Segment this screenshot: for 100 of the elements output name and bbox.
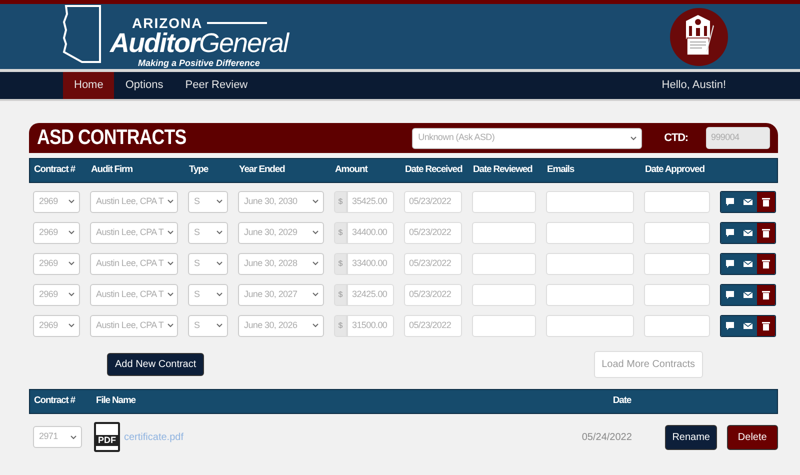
date-field[interactable] [644,252,710,274]
type-select[interactable]: S [188,314,228,336]
comment-button[interactable] [721,316,739,336]
comment-button[interactable] [721,284,739,304]
contract-select[interactable]: 2969 [33,284,80,306]
logo-title: AuditorGeneral [110,30,288,56]
year-select[interactable]: June 30, 2030 [238,190,324,212]
date-field[interactable] [472,314,536,336]
amount-field[interactable]: 35425.00 [347,190,394,212]
chevron-icon [166,230,174,235]
column-header: File Name [96,394,137,408]
contract-select[interactable]: 2969 [33,222,80,244]
amount-field[interactable]: 31500.00 [347,314,394,336]
firm-select[interactable]: Austin Lee, CPA T [90,222,178,244]
year-select[interactable]: June 30, 2028 [238,252,324,274]
contract-select[interactable]: 2969 [33,190,80,212]
date-field[interactable] [472,222,536,244]
column-header: Contract # [34,394,76,408]
chevron-icon [68,261,75,266]
delete-button[interactable]: Delete [726,424,778,450]
column-header: Contract # [34,163,76,178]
currency-addon: $ [334,284,347,306]
firm-select[interactable]: Austin Lee, CPA T [90,252,178,274]
date-field[interactable] [472,252,536,274]
email-button[interactable] [739,192,757,212]
chevron-icon [70,434,77,440]
chevron-icon [216,323,223,328]
load-more-button[interactable]: Load More Contracts [594,351,703,378]
date-field[interactable] [472,284,536,306]
email-field[interactable] [546,222,634,244]
delete-button[interactable] [757,316,775,336]
nav-tab[interactable]: Peer Review [174,72,259,99]
chevron-icon [68,292,75,297]
firm-select[interactable]: Austin Lee, CPA T [90,190,178,212]
chevron-icon [68,199,75,204]
comment-button[interactable] [721,254,739,274]
comment-button[interactable] [721,222,739,242]
comment-button[interactable] [721,192,739,212]
date-field[interactable]: 05/23/2022 [404,190,462,212]
nav-tab[interactable]: Home [63,72,114,99]
email-button[interactable] [739,254,757,274]
date-field[interactable]: 05/23/2022 [404,252,462,274]
file-link[interactable]: certificate.pdf [124,430,582,444]
chevron-icon [630,136,638,140]
date-field[interactable]: 05/23/2022 [404,284,462,306]
type-select[interactable]: Unknown (Ask ASD) [412,128,642,148]
email-field[interactable] [546,284,634,306]
chevron-icon [312,323,319,328]
firm-select[interactable]: Austin Lee, CPA T [90,314,178,336]
chevron-icon [68,230,75,235]
rename-button[interactable]: Rename [665,424,717,450]
chevron-icon [312,292,319,297]
date-field[interactable] [644,222,710,244]
firm-select[interactable]: Austin Lee, CPA T [90,284,178,306]
email-button[interactable] [739,222,757,242]
contract-building-icon [670,8,728,66]
ctd-label: CTD: [664,130,688,146]
delete-button[interactable] [757,254,775,274]
delete-button[interactable] [757,222,775,242]
email-field[interactable] [546,252,634,274]
date-field[interactable] [644,190,710,212]
year-select[interactable]: June 30, 2029 [238,222,324,244]
mail-icon [743,290,753,300]
date-field[interactable]: 05/23/2022 [404,314,462,336]
contract-select[interactable]: 2969 [33,314,80,336]
contract-select[interactable]: 2969 [33,252,80,274]
ctd-field[interactable]: 999004 [706,127,770,149]
chevron-icon [216,261,223,266]
date-field[interactable]: 05/23/2022 [404,222,462,244]
year-select[interactable]: June 30, 2026 [238,314,324,336]
type-select[interactable]: S [188,222,228,244]
trash-icon [761,290,771,300]
column-header: Date [612,394,632,408]
type-select[interactable]: S [188,190,228,212]
currency-addon: $ [334,222,347,244]
contract-select[interactable]: 2971 [33,426,82,448]
email-button[interactable] [739,316,757,336]
amount-field[interactable]: 33400.00 [347,252,394,274]
amount-field[interactable]: 32425.00 [347,284,394,306]
currency-addon: $ [334,190,347,212]
column-header: Emails [547,163,576,178]
nav-tab[interactable]: Options [114,72,174,99]
chevron-icon [312,261,319,266]
chevron-icon [68,323,75,328]
chevron-icon [166,199,174,204]
amount-field[interactable]: 34400.00 [347,222,394,244]
type-select[interactable]: S [188,252,228,274]
email-field[interactable] [546,314,634,336]
delete-button[interactable] [757,284,775,304]
delete-button[interactable] [757,192,775,212]
date-field[interactable] [644,314,710,336]
email-field[interactable] [546,190,634,212]
year-select[interactable]: June 30, 2027 [238,284,324,306]
type-select[interactable]: S [188,284,228,306]
column-header: Amount [335,163,369,178]
email-button[interactable] [739,284,757,304]
date-field[interactable] [644,284,710,306]
add-contract-button[interactable]: Add New Contract [107,353,204,376]
date-field[interactable] [472,190,536,212]
section-title: ASD CONTRACTS [37,125,188,152]
